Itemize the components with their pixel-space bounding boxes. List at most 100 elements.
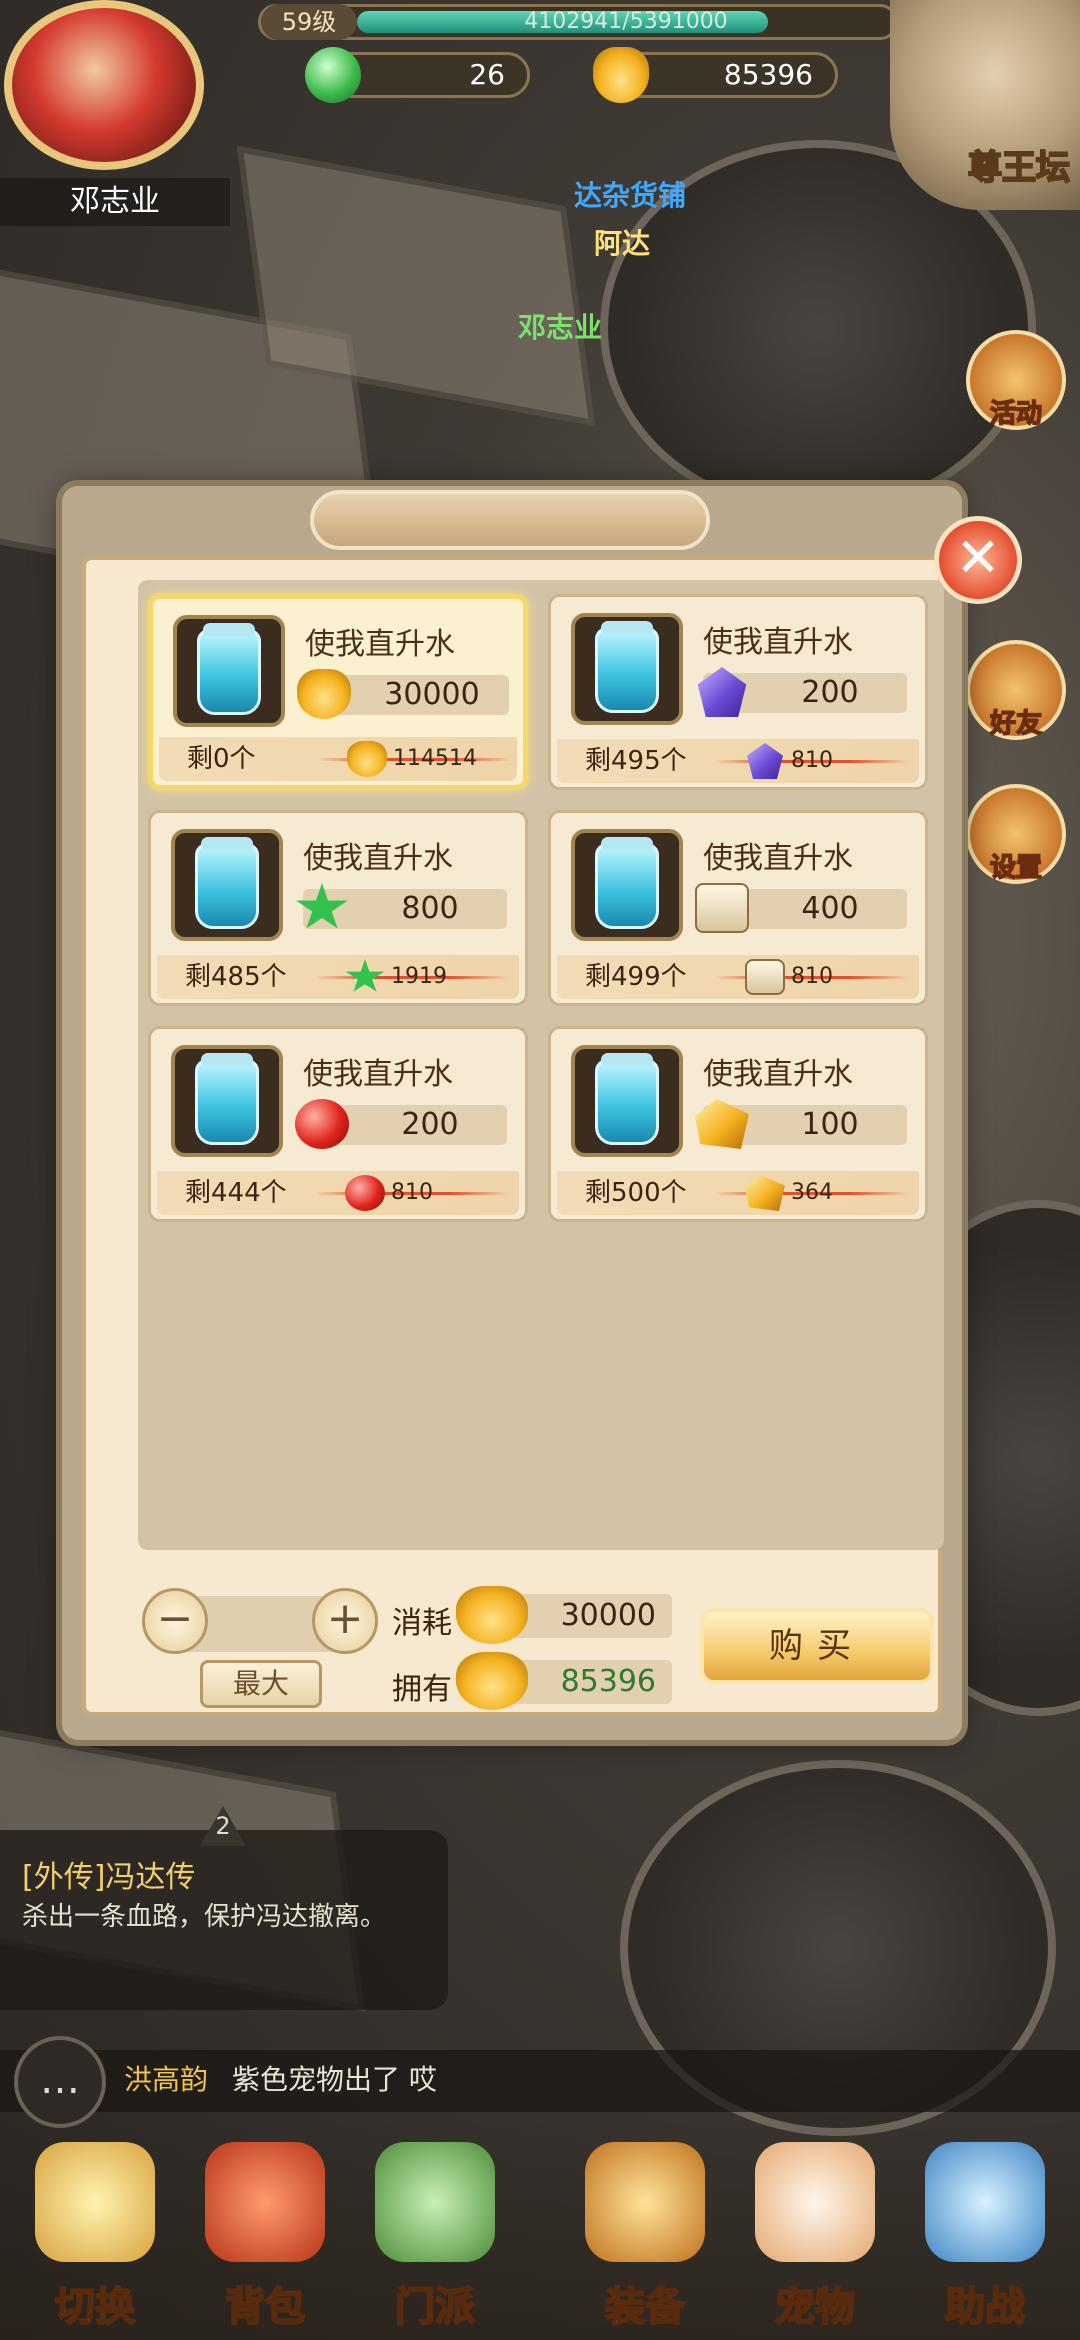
- item-price-value: 30000: [384, 677, 480, 712]
- nav-assist[interactable]: 助战: [900, 2132, 1070, 2332]
- settings-label: 设置: [989, 852, 1043, 884]
- assist-icon: [925, 2142, 1045, 2262]
- owned-value: 85396: [560, 1664, 656, 1699]
- buy-button[interactable]: 购买: [700, 1608, 934, 1684]
- gold-ingot-icon: [347, 741, 387, 777]
- item-original-price-value: 810: [791, 964, 833, 989]
- item-price-value: 200: [801, 675, 859, 710]
- chat-sender[interactable]: 洪高韵: [124, 2058, 208, 2098]
- paw-scroll-icon: [745, 959, 785, 995]
- altar-label: 尊王坛: [967, 147, 1071, 189]
- item-thumbnail: [571, 613, 683, 725]
- activity-label: 活动: [989, 398, 1043, 430]
- cost-value-box: 30000: [456, 1586, 672, 1644]
- gold-crystal-icon: [745, 1175, 785, 1211]
- friends-button[interactable]: 好友: [966, 640, 1066, 740]
- owned-label: 拥有: [392, 1672, 452, 1707]
- gold-ingot-icon: [456, 1652, 528, 1710]
- player-avatar[interactable]: [4, 0, 204, 170]
- item-original-price: 810: [715, 955, 915, 999]
- shop-item-card[interactable]: 使我直升水 200 剩495个 810: [548, 594, 928, 790]
- shop-item-card[interactable]: 使我直升水 30000 剩0个 114514: [148, 594, 528, 790]
- shop-item-card[interactable]: 使我直升水 200 剩444个 810: [148, 1026, 528, 1222]
- bottle-lid: [601, 1053, 653, 1067]
- item-original-price: 114514: [317, 737, 517, 781]
- nav-pet[interactable]: 宠物: [730, 2132, 900, 2332]
- switch-icon: [35, 2142, 155, 2262]
- item-footer: 剩495个 810: [557, 739, 919, 783]
- item-original-price: 364: [715, 1171, 915, 1215]
- npc-name-label[interactable]: 阿达: [594, 222, 650, 262]
- sect-icon: [375, 2142, 495, 2262]
- close-button[interactable]: ✕: [934, 516, 1022, 604]
- item-original-price: 1919: [315, 955, 515, 999]
- water-bottle-icon: [195, 1059, 259, 1145]
- nav-equipment-label: 装备: [604, 2283, 686, 2331]
- chat-bubble-icon[interactable]: …: [14, 2036, 106, 2128]
- gold-ingot-icon: [593, 47, 649, 103]
- nav-equipment[interactable]: 装备: [560, 2132, 730, 2332]
- nav-sect[interactable]: 门派: [350, 2132, 520, 2332]
- shop-item-card[interactable]: 使我直升水 400 剩499个 810: [548, 810, 928, 1006]
- activity-button[interactable]: 活动: [966, 330, 1066, 430]
- bottle-lid: [601, 837, 653, 851]
- settings-button[interactable]: 设置: [966, 784, 1066, 884]
- item-original-price-value: 114514: [393, 746, 477, 771]
- shop-npc-label[interactable]: 达杂货铺: [574, 174, 686, 214]
- item-footer: 剩500个 364: [557, 1171, 919, 1215]
- bottle-lid: [203, 623, 255, 637]
- bottle-lid: [201, 1053, 253, 1067]
- bottom-nav: 切换 背包 门派 装备 宠物 助战: [0, 2120, 1080, 2340]
- item-footer: 剩444个 810: [157, 1171, 519, 1215]
- water-bottle-icon: [195, 843, 259, 929]
- item-footer: 剩0个 114514: [159, 737, 517, 781]
- quantity-minus-button[interactable]: −: [142, 1588, 208, 1654]
- jade-coin-icon: [305, 47, 361, 103]
- water-bottle-icon: [595, 1059, 659, 1145]
- bag-icon: [205, 2142, 325, 2262]
- item-price: 200: [295, 1099, 507, 1149]
- red-orb-icon: [295, 1099, 349, 1149]
- item-original-price-value: 810: [791, 748, 833, 773]
- item-name: 使我直升水: [305, 627, 455, 662]
- nav-assist-label: 助战: [944, 2283, 1026, 2331]
- water-bottle-icon: [595, 627, 659, 713]
- item-stock: 剩495个: [585, 746, 687, 776]
- nav-switch[interactable]: 切换: [10, 2132, 180, 2332]
- item-price: 800: [296, 883, 507, 929]
- nav-bag-label: 背包: [224, 2283, 306, 2331]
- item-thumbnail: [571, 1045, 683, 1157]
- gold-amount: 85396: [723, 58, 813, 91]
- green-star-icon: [296, 883, 348, 929]
- gold-currency: 85396: [593, 47, 838, 103]
- item-original-price: 810: [715, 739, 915, 783]
- purple-gem-icon: [747, 743, 783, 779]
- item-original-price-value: 364: [791, 1180, 833, 1205]
- item-stock: 剩444个: [185, 1178, 287, 1208]
- quantity-plus-button[interactable]: +: [312, 1588, 378, 1654]
- item-price-value: 200: [401, 1107, 459, 1142]
- item-name: 使我直升水: [703, 1057, 853, 1092]
- cost-value: 30000: [560, 1598, 656, 1633]
- item-stock: 剩499个: [585, 962, 687, 992]
- item-footer: 剩499个 810: [557, 955, 919, 999]
- quest-panel[interactable]: [外传]冯达传 杀出一条血路，保护冯达撤离。: [0, 1830, 448, 2010]
- player-name: 邓志业: [0, 178, 230, 226]
- bottle-lid: [601, 621, 653, 635]
- player-tag-label: 邓志业: [518, 311, 603, 344]
- item-thumbnail: [173, 615, 285, 727]
- nav-bag[interactable]: 背包: [180, 2132, 350, 2332]
- pet-icon: [755, 2142, 875, 2262]
- cost-label: 消耗: [392, 1606, 452, 1641]
- item-price: 400: [695, 883, 907, 933]
- exp-bar: 59级 4102941/5391000: [258, 4, 898, 40]
- dialog-title-banner: [310, 490, 710, 550]
- chat-message: 紫色宠物出了 哎: [232, 2063, 437, 2096]
- shop-item-card[interactable]: 使我直升水 100 剩500个 364: [548, 1026, 928, 1222]
- max-quantity-button[interactable]: 最大: [200, 1660, 322, 1708]
- item-stock: 剩485个: [185, 962, 287, 992]
- gold-crystal-icon: [695, 1099, 749, 1149]
- item-price: 200: [697, 667, 907, 717]
- item-thumbnail: [571, 829, 683, 941]
- shop-item-card[interactable]: 使我直升水 800 剩485个 1919: [148, 810, 528, 1006]
